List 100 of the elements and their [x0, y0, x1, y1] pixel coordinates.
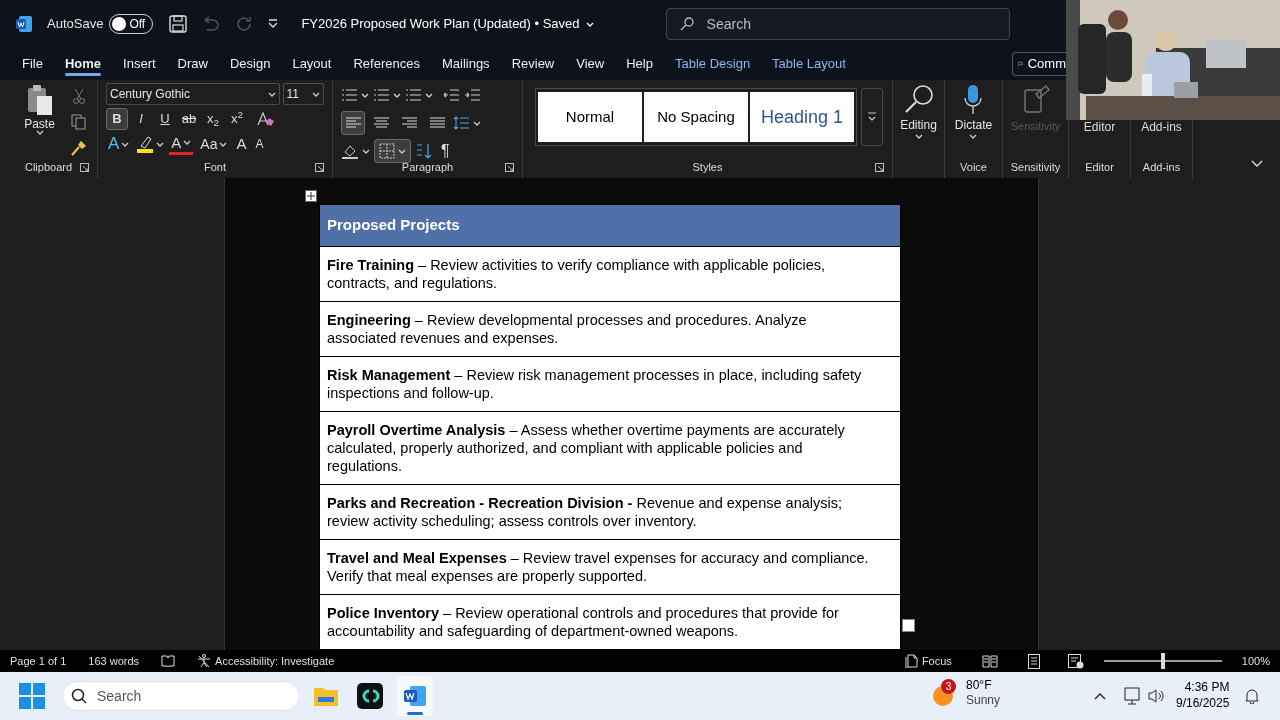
- group-label: Editor: [1085, 159, 1114, 175]
- dialog-launcher-icon[interactable]: [505, 163, 514, 172]
- page-count[interactable]: Page 1 of 1: [10, 652, 67, 670]
- search-field[interactable]: Search: [665, 8, 1010, 40]
- change-case-button[interactable]: Aa: [198, 133, 230, 155]
- caret-icon: [393, 92, 401, 98]
- shrink-font-button[interactable]: A: [253, 133, 266, 155]
- ribbon-tab[interactable]: Mailings: [433, 50, 498, 78]
- caret-icon: [585, 21, 594, 27]
- zoom-slider[interactable]: [1103, 653, 1222, 669]
- font-color-button[interactable]: A: [169, 133, 194, 155]
- weather-temperature[interactable]: 80°F: [966, 678, 1001, 693]
- editing-button[interactable]: Editing: [899, 84, 938, 139]
- ribbon-tab[interactable]: Review: [503, 50, 563, 78]
- strikethrough-button[interactable]: ab: [178, 108, 200, 130]
- more-styles-button[interactable]: [861, 88, 883, 146]
- move-handle-icon[interactable]: [305, 190, 317, 202]
- borders-icon: [379, 143, 395, 159]
- style-gallery-item[interactable]: No Spacing: [644, 92, 748, 142]
- group-label: Clipboard: [24, 159, 73, 175]
- ribbon-tab[interactable]: Design: [221, 50, 279, 78]
- focus-icon: [904, 654, 918, 668]
- ribbon-tab[interactable]: Table Layout: [764, 50, 854, 78]
- collapse-ribbon-icon[interactable]: [1251, 160, 1263, 168]
- word-logo-icon: [16, 16, 32, 32]
- accessibility-icon: [197, 654, 212, 668]
- save-icon[interactable]: [169, 15, 188, 33]
- ribbon-tab[interactable]: Insert: [115, 50, 164, 78]
- search-icon: [71, 688, 87, 704]
- caret-icon: [219, 141, 228, 147]
- ribbon-tab[interactable]: Draw: [169, 50, 216, 78]
- table-cell: Fire Training – Review activities to verify compliance with applicable policies, contracts, and regulations.: [320, 247, 900, 302]
- bold-button[interactable]: B: [106, 108, 128, 130]
- windows-start-icon[interactable]: [19, 683, 45, 709]
- dialog-launcher-icon[interactable]: [875, 163, 884, 172]
- chevron-up-icon[interactable]: [1094, 692, 1106, 700]
- dialog-launcher-icon[interactable]: [315, 163, 324, 172]
- weather-condition[interactable]: Sunny: [966, 693, 1001, 708]
- copy-icon: [71, 114, 87, 130]
- ribbon-tab[interactable]: View: [568, 50, 613, 78]
- tag-icon: [1021, 84, 1050, 114]
- network-icon[interactable]: [1124, 687, 1142, 705]
- folder-icon[interactable]: [313, 685, 339, 707]
- clear-formatting-icon[interactable]: [256, 111, 274, 127]
- clock-date[interactable]: 9/16/2025: [1176, 695, 1230, 711]
- speaker-icon[interactable]: [1148, 689, 1164, 703]
- table-cell: Engineering – Review developmental processes and procedures. Analyze associated revenues and expenses.: [320, 302, 900, 357]
- read-mode-icon[interactable]: [981, 654, 998, 668]
- font-size-field[interactable]: 11: [282, 83, 324, 105]
- app-icon[interactable]: [357, 683, 383, 709]
- dictate-button[interactable]: Dictate: [954, 84, 993, 139]
- caret-icon: [156, 141, 165, 147]
- sort-icon: [415, 143, 433, 159]
- justify-icon: [428, 115, 446, 131]
- decrease-indent-icon: [443, 87, 460, 103]
- zoom-level[interactable]: 100%: [1241, 652, 1270, 670]
- group-label: Voice: [960, 159, 987, 175]
- cut-icon: [72, 88, 86, 104]
- ribbon-tab[interactable]: Table Design: [666, 50, 759, 78]
- resize-handle[interactable]: [902, 619, 915, 632]
- add-ins-button[interactable]: Add-ins: [1141, 118, 1182, 136]
- ribbon-tab[interactable]: File: [14, 50, 51, 78]
- table-cell-text: Police Inventory – Review operational controls and procedures that provide for accountability and safeguarding of department-owned weapons.: [326, 604, 840, 641]
- word-taskbar-button[interactable]: [397, 676, 433, 716]
- focus-button[interactable]: Focus: [904, 652, 952, 670]
- paste-button[interactable]: Paste: [20, 84, 59, 152]
- italic-button[interactable]: I: [130, 108, 152, 130]
- underline-button[interactable]: U: [154, 108, 176, 130]
- superscript-button[interactable]: x$^{2}$: [226, 108, 248, 130]
- clock-time[interactable]: 4:36 PM: [1184, 679, 1230, 695]
- ribbon-tab[interactable]: References: [345, 50, 428, 78]
- notification-bell-icon[interactable]: [1245, 688, 1259, 704]
- ribbon-tab[interactable]: Layout: [284, 50, 340, 78]
- style-gallery-item[interactable]: Normal: [538, 92, 642, 142]
- borders-button[interactable]: [374, 139, 411, 163]
- book-icon[interactable]: [161, 654, 176, 668]
- print-layout-icon[interactable]: [1027, 653, 1040, 669]
- web-layout-icon[interactable]: [1067, 653, 1084, 669]
- document-title[interactable]: FY2026 Proposed Work Plan (Updated) • Saved: [301, 14, 594, 34]
- editor-button[interactable]: Editor: [1083, 118, 1116, 136]
- group-label: Sensitivity: [1010, 159, 1061, 175]
- accessibility-button[interactable]: Accessibility: Investigate: [197, 652, 335, 670]
- search-icon: [903, 84, 934, 114]
- ribbon-tab[interactable]: Home: [56, 50, 110, 78]
- customize-icon[interactable]: [267, 19, 280, 29]
- subscript-button[interactable]: x$_{2}$: [202, 108, 224, 130]
- caret-icon: [473, 120, 481, 126]
- style-gallery-item[interactable]: Heading 1: [750, 92, 854, 142]
- ribbon-tab[interactable]: Help: [618, 50, 661, 78]
- table-cell: Parks and Recreation - Recreation Division - Revenue and expense analysis; review activity scheduling; assess controls over inventory.: [320, 485, 900, 540]
- taskbar-search-field[interactable]: Search: [62, 681, 300, 711]
- text-effects-button[interactable]: A: [106, 133, 132, 155]
- dialog-launcher-icon[interactable]: [80, 163, 89, 172]
- word-count[interactable]: 163 words: [88, 652, 140, 670]
- slider-thumb[interactable]: [1160, 653, 1165, 669]
- grow-font-button[interactable]: A: [234, 133, 249, 155]
- caret-icon: [362, 148, 370, 154]
- redo-icon[interactable]: [235, 15, 254, 33]
- center-icon: [372, 115, 390, 131]
- font-name-field[interactable]: Century Gothic: [106, 83, 280, 105]
